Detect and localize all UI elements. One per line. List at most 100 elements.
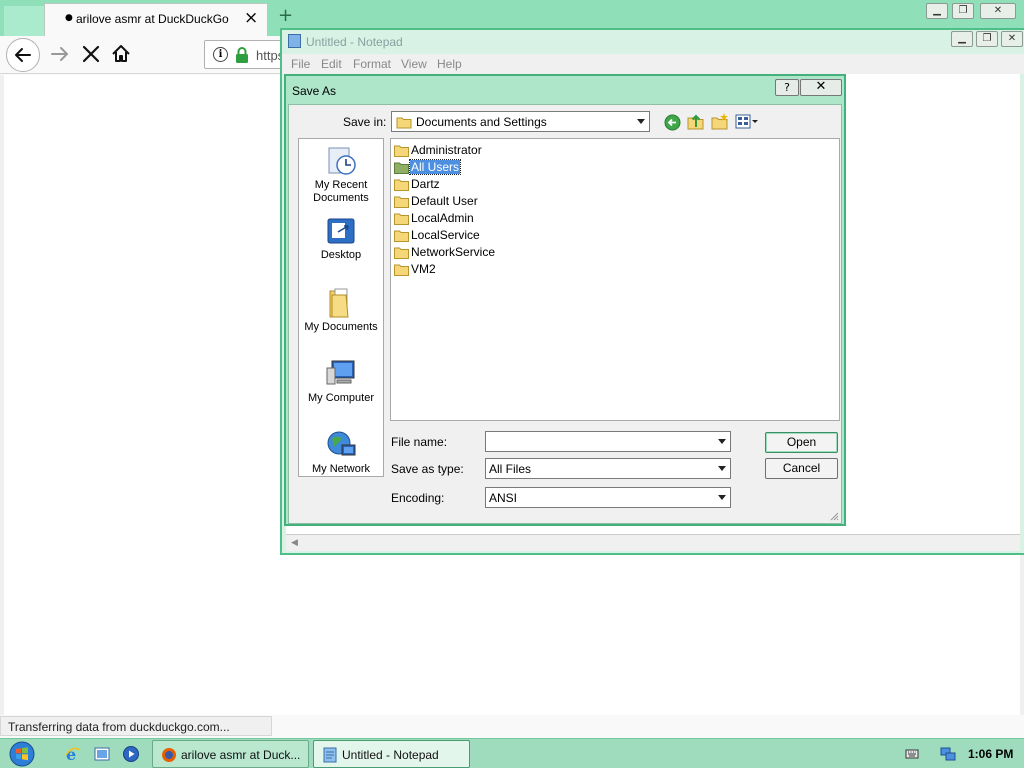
my-computer-icon <box>326 360 355 385</box>
menu-help[interactable]: Help <box>437 57 462 71</box>
place-label: My Computer <box>307 392 375 404</box>
save-as-body: Save in: Documents and Settings My Recen… <box>288 104 842 524</box>
windows-logo-icon <box>9 741 35 767</box>
place-desktop[interactable]: Desktop <box>299 215 383 262</box>
place-my-network[interactable]: My Network <box>299 429 383 476</box>
place-my-documents[interactable]: My Documents <box>299 287 383 334</box>
notepad-icon <box>323 747 337 763</box>
close-icon: ✕ <box>815 79 827 94</box>
recent-documents-icon <box>328 147 356 175</box>
home-button[interactable] <box>110 42 132 69</box>
browser-restore-button[interactable]: ❐ <box>952 3 974 19</box>
browser-tab[interactable]: ● arilove asmr at DuckDuckGo × <box>44 3 268 36</box>
chevron-down-icon[interactable] <box>718 439 726 444</box>
notepad-icon <box>288 34 301 48</box>
places-bar: My Recent Documents Desktop My Documents <box>298 138 384 477</box>
file-name-label: File name: <box>391 435 448 449</box>
folder-name: NetworkService <box>411 245 496 259</box>
cancel-button[interactable]: Cancel <box>765 458 838 479</box>
place-label: My Documents <box>304 321 378 333</box>
close-icon: ✕ <box>1007 33 1017 44</box>
internet-explorer-icon[interactable]: e <box>64 745 82 763</box>
system-clock[interactable]: 1:06 PM <box>968 747 1013 761</box>
minimize-icon: ▁ <box>958 33 966 44</box>
folder-name: LocalService <box>411 228 480 242</box>
save-as-type-label: Save as type: <box>391 462 464 476</box>
place-my-recent-documents[interactable]: My Recent Documents <box>299 145 383 205</box>
menu-view[interactable]: View <box>401 57 427 71</box>
home-icon <box>112 45 130 62</box>
folder-name: Dartz <box>411 177 440 191</box>
browser-minimize-button[interactable]: ▁ <box>926 3 948 19</box>
place-label: My Recent <box>314 179 368 191</box>
place-my-computer[interactable]: My Computer <box>299 358 383 405</box>
notepad-titlebar[interactable]: Untitled - Notepad ▁ ❐ ✕ <box>282 30 1024 52</box>
folder-name: VM2 <box>411 262 436 276</box>
menu-format[interactable]: Format <box>353 57 391 71</box>
menu-file[interactable]: File <box>291 57 310 71</box>
taskbar-button-firefox[interactable]: arilove asmr at Duck... <box>152 740 309 768</box>
restore-icon: ❐ <box>982 33 992 44</box>
stop-button[interactable] <box>80 42 102 69</box>
forward-button[interactable] <box>48 42 72 69</box>
encoding-value: ANSI <box>489 491 518 505</box>
new-tab-button[interactable]: + <box>278 5 293 26</box>
folder-icon <box>394 264 409 276</box>
help-button[interactable]: ? <box>775 79 799 96</box>
view-menu-icon[interactable] <box>735 114 759 130</box>
taskbar-button-notepad[interactable]: Untitled - Notepad <box>313 740 470 768</box>
status-text: Transferring data from duckduckgo.com... <box>8 720 230 734</box>
notepad-restore-button[interactable]: ❐ <box>976 31 998 47</box>
tab-close-icon[interactable]: × <box>244 8 258 28</box>
folder-name: Default User <box>411 194 478 208</box>
notepad-menubar: File Edit Format View Help <box>282 54 1024 74</box>
menu-edit[interactable]: Edit <box>321 57 342 71</box>
chevron-down-icon <box>718 495 726 500</box>
notepad-close-button[interactable]: ✕ <box>1001 31 1023 47</box>
save-in-value: Documents and Settings <box>416 115 547 129</box>
folder-icon <box>394 196 409 208</box>
place-label: My Network <box>311 463 371 475</box>
folder-icon <box>394 162 409 174</box>
folder-icon <box>394 213 409 225</box>
notepad-title: Untitled - Notepad <box>306 35 403 49</box>
info-icon[interactable]: i <box>213 47 228 62</box>
save-in-label: Save in: <box>343 115 387 129</box>
folder-name: All Users <box>408 159 462 175</box>
resize-grip-icon[interactable] <box>829 511 839 521</box>
network-tray-icon[interactable] <box>940 747 956 761</box>
start-button[interactable] <box>8 741 36 767</box>
horizontal-scrollbar[interactable]: ◀ <box>286 534 1020 551</box>
desktop-icon <box>327 218 355 244</box>
encoding-dropdown[interactable]: ANSI <box>485 487 731 508</box>
folder-icon <box>394 179 409 191</box>
scroll-left-icon[interactable]: ◀ <box>291 538 298 548</box>
keyboard-icon[interactable] <box>905 747 919 761</box>
notepad-minimize-button[interactable]: ▁ <box>951 31 973 47</box>
up-folder-icon[interactable] <box>687 112 705 131</box>
file-list[interactable]: Administrator All Users Dartz Default User L… <box>390 138 840 421</box>
file-name-input[interactable] <box>485 431 731 452</box>
media-player-icon[interactable] <box>122 745 140 763</box>
my-documents-icon <box>329 288 349 318</box>
browser-tab-title: arilove asmr at DuckDuckGo <box>76 12 229 26</box>
save-as-type-dropdown[interactable]: All Files <box>485 458 731 479</box>
back-arrow-icon[interactable] <box>664 114 681 131</box>
folder-name: Administrator <box>411 143 482 157</box>
save-as-title: Save As <box>292 84 337 98</box>
stop-x-icon <box>82 45 100 63</box>
save-as-titlebar[interactable]: Save As ? ✕ <box>286 76 844 102</box>
open-button[interactable]: Open <box>765 432 838 453</box>
dialog-close-button[interactable]: ✕ <box>800 79 842 96</box>
back-button[interactable] <box>6 38 40 72</box>
loading-dot-icon: ● <box>65 13 73 23</box>
browser-close-button[interactable]: ✕ <box>980 3 1016 19</box>
new-folder-icon[interactable] <box>711 112 729 131</box>
lock-icon[interactable] <box>234 46 250 67</box>
save-in-dropdown[interactable]: Documents and Settings <box>391 111 650 132</box>
folder-icon <box>394 230 409 242</box>
minimize-icon: ▁ <box>933 5 941 16</box>
save-as-dialog: Save As ? ✕ Save in: Documents and Setti… <box>284 74 846 526</box>
show-desktop-icon[interactable] <box>93 745 111 763</box>
place-label: Desktop <box>320 249 362 261</box>
